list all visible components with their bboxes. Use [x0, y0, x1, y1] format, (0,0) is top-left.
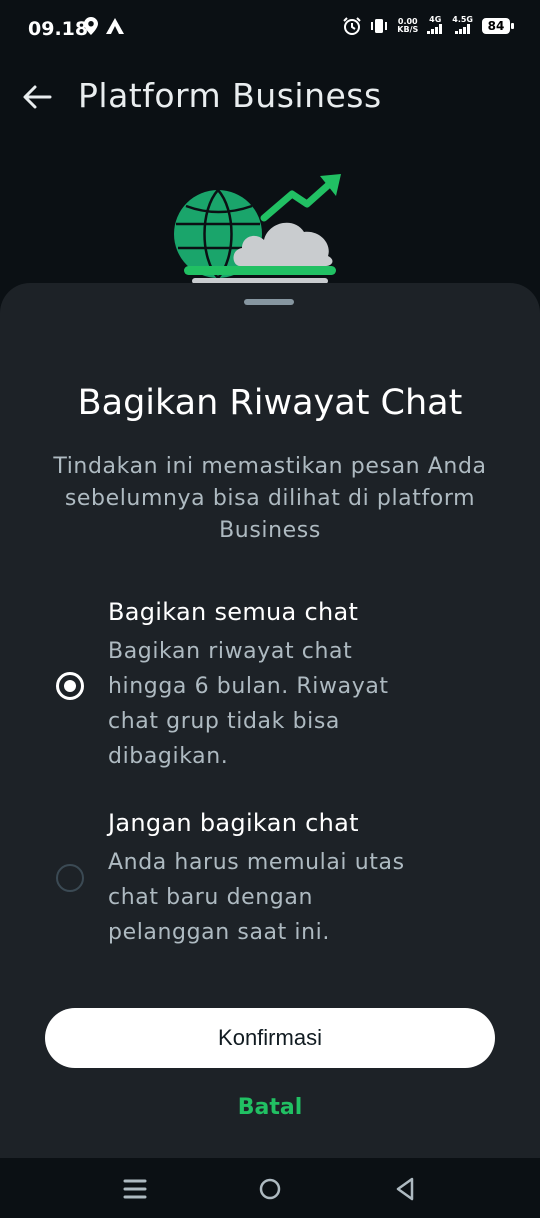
recent-apps-icon[interactable]: [120, 1174, 150, 1204]
back-arrow-icon[interactable]: [20, 80, 54, 114]
location-icon: [84, 17, 98, 35]
app-bar: Platform Business: [0, 58, 540, 138]
battery-level: 84: [487, 19, 505, 33]
alarm-icon: [343, 17, 361, 35]
system-nav-bar: [0, 1158, 540, 1218]
option-title: Bagikan semua chat: [108, 598, 359, 626]
home-icon[interactable]: [255, 1174, 285, 1204]
network-type-2: 4.5G: [452, 15, 473, 24]
signal-icon: [427, 24, 443, 34]
option-subtitle: Bagikan riwayat chat hingga 6 bulan. Riw…: [108, 639, 389, 769]
network-type-1: 4G: [429, 15, 442, 24]
option-subtitle: Anda harus memulai utas chat baru dengan…: [108, 850, 405, 945]
option-dont-share-chats[interactable]: Jangan bagikan chat Anda harus memulai u…: [0, 809, 540, 959]
signal-icon: [454, 24, 470, 34]
option-title: Jangan bagikan chat: [108, 809, 359, 837]
radio-button-unselected[interactable]: [56, 864, 84, 892]
business-platform-illustration: [174, 174, 341, 284]
drag-handle[interactable]: [244, 299, 294, 305]
status-time: 09.18: [28, 18, 89, 40]
status-bar: 09.18 0.00 KB/S 4G 4.5G 84: [0, 0, 540, 58]
bottom-sheet: Bagikan Riwayat Chat Tindakan ini memast…: [0, 283, 540, 1158]
sheet-title: Bagikan Riwayat Chat: [77, 383, 463, 423]
battery-icon: 84: [482, 18, 514, 34]
cancel-button[interactable]: Batal: [0, 1095, 540, 1120]
data-speed-unit: KB/S: [397, 25, 419, 34]
back-triangle-icon[interactable]: [390, 1174, 420, 1204]
radio-button-selected[interactable]: [56, 672, 84, 700]
app-notification-icon: [106, 18, 124, 34]
sheet-description: Tindakan ini memastikan pesan Anda sebel…: [53, 454, 487, 543]
page-title: Platform Business: [78, 76, 382, 115]
option-share-all-chats[interactable]: Bagikan semua chat Bagikan riwayat chat …: [0, 598, 540, 778]
confirm-button[interactable]: Konfirmasi: [45, 1008, 495, 1068]
vibrate-icon: [371, 19, 388, 33]
